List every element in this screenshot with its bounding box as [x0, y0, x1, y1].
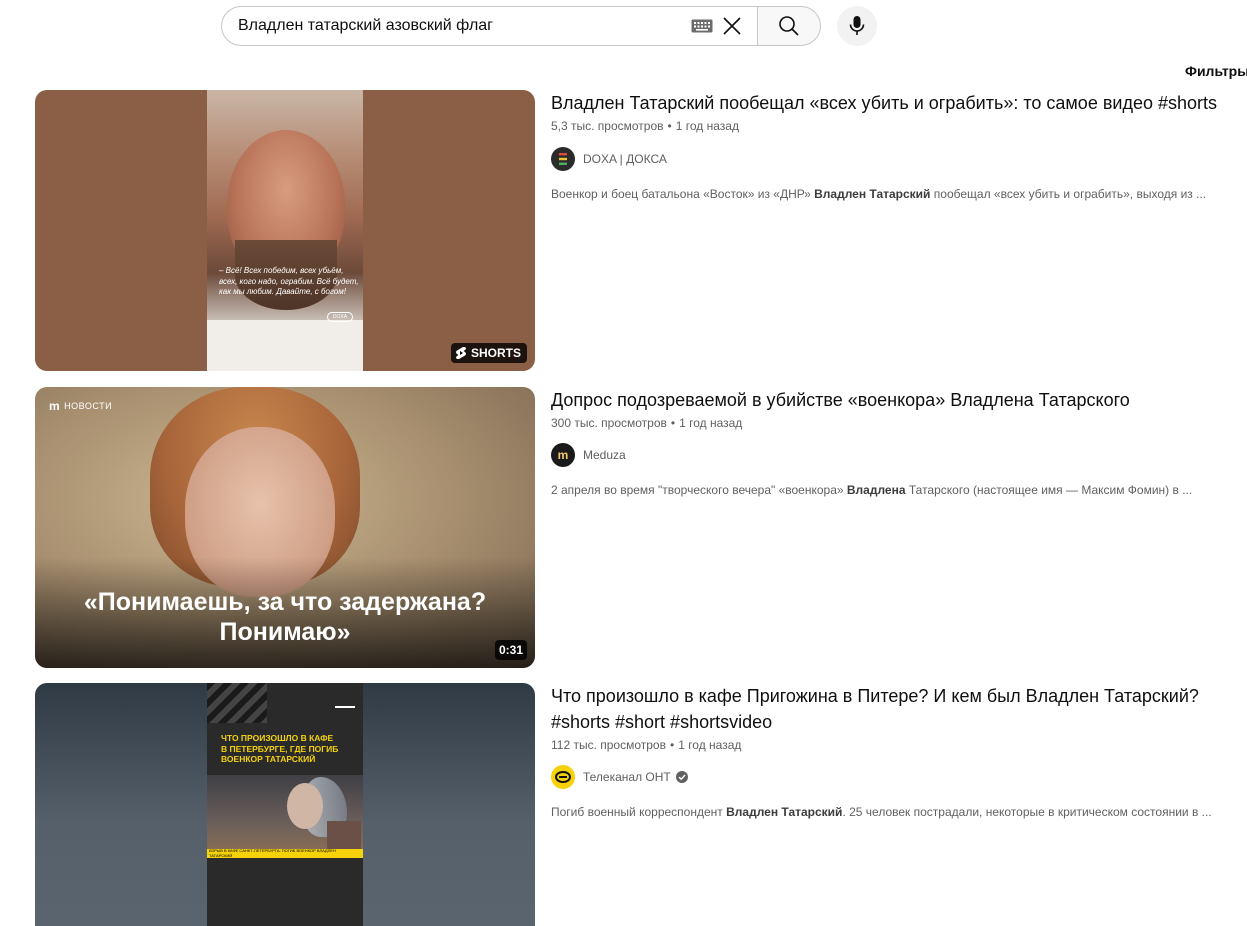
video-thumbnail[interactable]: – Всё! Всех победим, всех убьём, всех, к…	[35, 90, 535, 371]
search-box	[221, 6, 757, 46]
keyboard-icon[interactable]	[691, 19, 713, 33]
video-title-hashtags: #shorts #short #shortsvideo	[551, 712, 773, 732]
thumbnail-collar	[207, 320, 363, 371]
microphone-icon	[849, 16, 865, 35]
thumbnail-person	[287, 783, 323, 829]
channel-name[interactable]: DOXA | ДОКСА	[583, 152, 667, 166]
thumbnail-news-tag: m НОВОСТИ	[49, 399, 112, 413]
video-meta: 300 тыс. просмотров • 1 год назад	[551, 414, 1231, 432]
desc-text: Татарского (настоящее имя — Максим Фомин…	[905, 483, 1193, 497]
news-tag-label: НОВОСТИ	[64, 401, 113, 411]
shorts-badge: SHORTS	[450, 343, 527, 363]
duration-badge: 0:31	[494, 640, 527, 660]
video-title[interactable]: Что произошло в кафе Пригожина в Питере?…	[551, 683, 1231, 735]
channel-row[interactable]: Телеканал ОНТ	[551, 765, 1231, 789]
video-description: Военкор и боец батальона «Восток» из «ДН…	[551, 185, 1231, 203]
view-count: 5,3 тыс. просмотров	[551, 119, 664, 133]
channel-avatar[interactable]	[551, 765, 575, 789]
thumbnail-ticker-text: ВЗРЫВ В КАФЕ САНКТ-ПЕТЕРБУРГА: ПОГИБ ВОЕ…	[209, 848, 336, 858]
video-title[interactable]: Допрос подозреваемой в убийстве «военкор…	[551, 387, 1231, 413]
upload-age: 1 год назад	[679, 416, 743, 430]
desc-text: 2 апреля во время "творческого вечера" «…	[551, 483, 847, 497]
filters-button[interactable]: Фильтры	[1185, 63, 1247, 79]
desc-text: . 25 человек пострадали, некоторые в кри…	[842, 805, 1212, 819]
channel-row[interactable]: DOXA | ДОКСА	[551, 147, 1231, 171]
video-info: Что произошло в кафе Пригожина в Питере?…	[551, 683, 1231, 821]
video-info: Владлен Татарский пообещал «всех убить и…	[551, 90, 1231, 203]
thumbnail-caption: – Всё! Всех победим, всех убьём, всех, к…	[219, 266, 359, 296]
desc-text: Военкор и боец батальона «Восток» из «ДН…	[551, 187, 815, 201]
thumbnail-quote: «Понимаешь, за что задержана? Понимаю»	[83, 588, 487, 646]
thumbnail-dash	[335, 706, 355, 708]
video-description: Погиб военный корреспондент Владлен Тата…	[551, 803, 1231, 821]
thumbnail-headline: ЧТО ПРОИЗОШЛО В КАФЕ В ПЕТЕРБУРГЕ, ГДЕ П…	[221, 733, 339, 764]
meta-separator: •	[670, 416, 676, 430]
meduza-logo-icon: m	[49, 399, 61, 413]
meta-separator: •	[669, 738, 675, 752]
shorts-icon	[455, 347, 466, 359]
video-thumbnail[interactable]: ЧТО ПРОИЗОШЛО В КАФЕ В ПЕТЕРБУРГЕ, ГДЕ П…	[35, 683, 535, 926]
video-thumbnail[interactable]: m НОВОСТИ «Понимаешь, за что задержана? …	[35, 387, 535, 668]
upload-age: 1 год назад	[675, 119, 739, 133]
shorts-badge-label: SHORTS	[470, 346, 521, 360]
clear-icon[interactable]	[719, 13, 745, 39]
desc-text: пообещал «всех убить и ограбить», выходя…	[930, 187, 1207, 201]
channel-avatar[interactable]: m	[551, 443, 575, 467]
video-meta: 5,3 тыс. просмотров • 1 год назад	[551, 117, 1231, 135]
desc-highlight: Владлен Татарский	[726, 805, 843, 819]
video-result[interactable]: m НОВОСТИ «Понимаешь, за что задержана? …	[35, 387, 1235, 668]
search-icon	[779, 16, 799, 36]
search-button[interactable]	[757, 6, 821, 46]
view-count: 300 тыс. просмотров	[551, 416, 667, 430]
view-count: 112 тыс. просмотров	[551, 738, 666, 752]
upload-age: 1 год назад	[678, 738, 742, 752]
doxa-logo-icon	[559, 153, 567, 165]
ont-logo-icon	[552, 766, 574, 788]
video-result[interactable]: ЧТО ПРОИЗОШЛО В КАФЕ В ПЕТЕРБУРГЕ, ГДЕ П…	[35, 683, 1235, 926]
desc-highlight: Владлена	[846, 483, 906, 497]
meta-separator: •	[667, 119, 672, 133]
search-bar	[221, 6, 821, 46]
video-meta: 112 тыс. просмотров • 1 год назад	[551, 736, 1231, 754]
video-result[interactable]: – Всё! Всех победим, всех убьём, всех, к…	[35, 90, 1235, 371]
video-info: Допрос подозреваемой в убийстве «военкор…	[551, 387, 1231, 499]
desc-text: Погиб военный корреспондент	[551, 805, 727, 819]
desc-highlight: Владлен Татарский	[814, 187, 931, 201]
thumbnail-portrait: – Всё! Всех победим, всех убьём, всех, к…	[207, 90, 363, 371]
video-title-line: Что произошло в кафе Пригожина в Питере?…	[551, 686, 1199, 706]
video-title[interactable]: Владлен Татарский пообещал «всех убить и…	[551, 90, 1231, 116]
channel-row[interactable]: m Meduza	[551, 443, 1231, 467]
search-input[interactable]	[238, 17, 691, 35]
thumbnail-stripes	[207, 683, 267, 723]
meduza-logo-icon: m	[557, 448, 569, 462]
video-description: 2 апреля во время "творческого вечера" «…	[551, 481, 1231, 499]
channel-avatar[interactable]	[551, 147, 575, 171]
thumbnail-watermark: DOXA	[327, 312, 353, 322]
thumbnail-inset	[327, 821, 361, 849]
verified-icon	[675, 771, 688, 783]
channel-name[interactable]: Телеканал ОНТ	[583, 770, 671, 784]
thumbnail-panel: ЧТО ПРОИЗОШЛО В КАФЕ В ПЕТЕРБУРГЕ, ГДЕ П…	[207, 683, 363, 926]
voice-search-button[interactable]	[837, 6, 877, 46]
channel-name[interactable]: Meduza	[583, 448, 626, 462]
